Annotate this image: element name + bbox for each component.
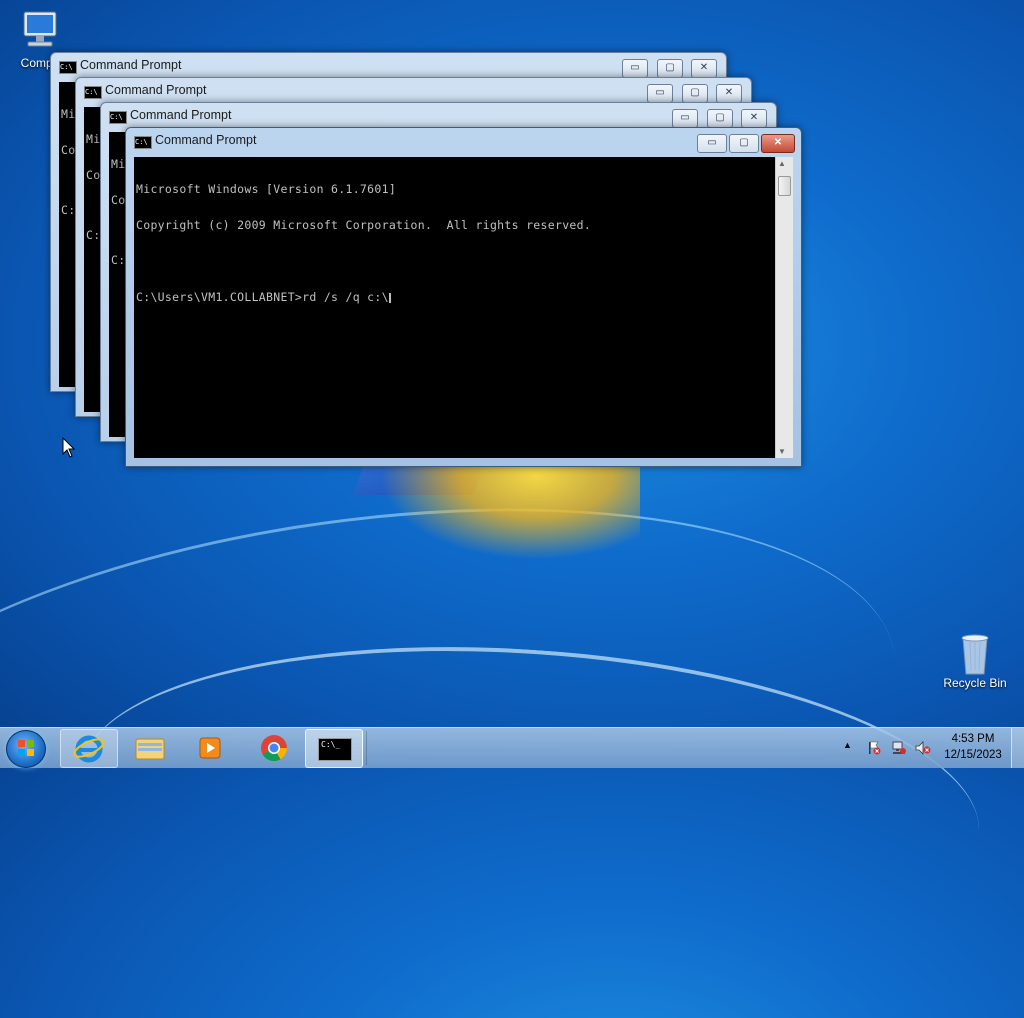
clock-date[interactable]: 12/15/2023 — [940, 749, 1006, 761]
command-prompt-icon: C:\_ — [318, 738, 352, 761]
console-command: C:\Users\VM1.COLLABNET>rd /s /q c:\ — [136, 290, 389, 304]
computer-icon — [16, 10, 64, 54]
title-bar[interactable]: C:\ Command Prompt ▭ ▢ ✕ — [126, 128, 801, 154]
minimize-button[interactable]: ▭ — [622, 59, 648, 78]
maximize-button[interactable]: ▢ — [707, 109, 733, 128]
desktop-icon-label: Recycle Bin — [943, 676, 1007, 690]
close-button[interactable]: ✕ — [691, 59, 717, 78]
cmd-icon: C:\ — [134, 136, 152, 149]
console-area[interactable]: Microsoft Windows [Version 6.1.7601] Cop… — [134, 157, 793, 458]
chrome-icon — [261, 735, 288, 762]
minimize-button[interactable]: ▭ — [697, 134, 727, 153]
maximize-button[interactable]: ▢ — [657, 59, 683, 78]
windows-logo-icon — [18, 740, 34, 756]
minimize-button[interactable]: ▭ — [647, 84, 673, 103]
taskbar-file-explorer[interactable] — [121, 729, 177, 766]
title-bar[interactable]: C:\ Command Prompt ▭ ▢ ✕ — [101, 103, 776, 129]
minimize-button[interactable]: ▭ — [672, 109, 698, 128]
scroll-thumb[interactable] — [778, 176, 791, 196]
taskbar-command-prompt[interactable]: C:\_ — [305, 729, 363, 768]
show-hidden-icons-button[interactable]: ▲ — [843, 740, 852, 750]
scroll-up-arrow-icon[interactable]: ▲ — [778, 159, 786, 168]
desktop-icon-recycle-bin[interactable]: Recycle Bin — [939, 630, 1011, 690]
text-cursor — [388, 292, 391, 303]
maximize-button[interactable]: ▢ — [682, 84, 708, 103]
window-title: Command Prompt — [80, 58, 182, 72]
cmd-icon: C:\ — [59, 61, 77, 74]
console-line: Microsoft Windows [Version 6.1.7601] — [136, 182, 397, 196]
media-player-icon — [199, 737, 221, 759]
taskbar-internet-explorer[interactable] — [60, 729, 118, 768]
mouse-pointer-icon — [62, 437, 76, 458]
taskbar-divider — [362, 731, 367, 765]
console-line: Copyright (c) 2009 Microsoft Corporation… — [136, 218, 592, 232]
cmd-icon: C:\ — [84, 86, 102, 99]
window-title: Command Prompt — [155, 133, 257, 147]
file-explorer-icon — [135, 738, 165, 760]
cmd-icon: C:\ — [109, 111, 127, 124]
console-prompt-line: C:\Users\VM1.COLLABNET>rd /s /q c:\ — [136, 291, 791, 303]
taskbar: C:\_ ▲ 4:53 PM 12/15/2023 — [0, 727, 1024, 768]
action-center-flag-icon[interactable] — [866, 740, 882, 756]
window-title: Command Prompt — [105, 83, 207, 97]
recycle-bin-icon — [951, 630, 999, 675]
title-bar[interactable]: C:\ Command Prompt ▭ ▢ ✕ — [51, 53, 726, 79]
window-title: Command Prompt — [130, 108, 232, 122]
vertical-scrollbar[interactable]: ▲ ▼ — [775, 157, 793, 458]
network-icon[interactable] — [891, 740, 907, 756]
volume-muted-icon[interactable] — [914, 740, 932, 756]
title-bar[interactable]: C:\ Command Prompt ▭ ▢ ✕ — [76, 78, 751, 104]
internet-explorer-icon — [73, 735, 105, 763]
close-button[interactable]: ✕ — [741, 109, 767, 128]
taskbar-chrome[interactable] — [246, 729, 302, 766]
clock-time[interactable]: 4:53 PM — [940, 733, 1006, 745]
console-output[interactable]: Microsoft Windows [Version 6.1.7601] Cop… — [134, 157, 793, 329]
scroll-down-arrow-icon[interactable]: ▼ — [778, 447, 786, 456]
show-desktop-button[interactable] — [1011, 728, 1024, 768]
taskbar-media-player[interactable] — [182, 729, 238, 766]
close-button[interactable]: ✕ — [716, 84, 742, 103]
close-button[interactable]: ✕ — [761, 134, 795, 153]
maximize-button[interactable]: ▢ — [729, 134, 759, 153]
command-prompt-window-active[interactable]: C:\ Command Prompt ▭ ▢ ✕ Microsoft Windo… — [125, 127, 802, 467]
start-button[interactable] — [6, 730, 46, 768]
